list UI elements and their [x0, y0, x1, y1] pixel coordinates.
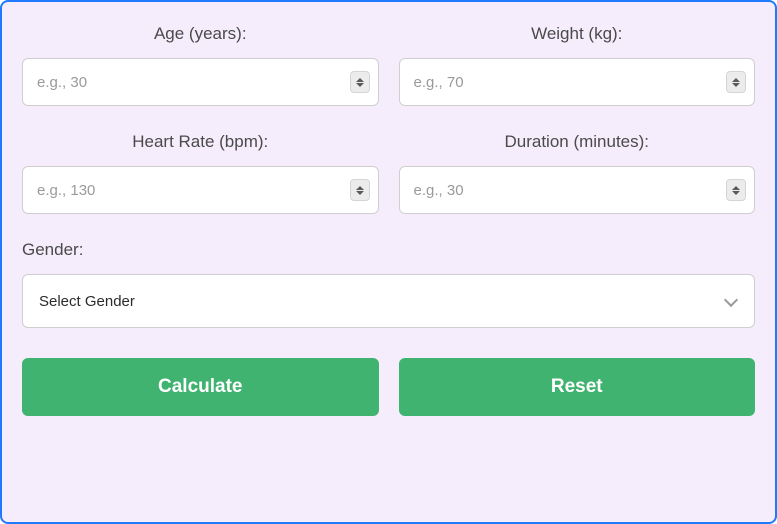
form-card: Age (years): Weight (kg): Heart Rate (bp… — [0, 0, 777, 524]
stepper-icon[interactable] — [726, 71, 746, 93]
duration-input-wrap[interactable] — [399, 166, 756, 214]
gender-select[interactable]: Select Gender — [22, 274, 755, 328]
calculate-button[interactable]: Calculate — [22, 358, 379, 416]
field-gender: Gender: Select Gender — [22, 240, 755, 328]
stepper-icon[interactable] — [350, 71, 370, 93]
duration-label: Duration (minutes): — [399, 132, 756, 152]
row-age-weight: Age (years): Weight (kg): — [22, 24, 755, 106]
weight-input-wrap[interactable] — [399, 58, 756, 106]
stepper-icon[interactable] — [350, 179, 370, 201]
age-label: Age (years): — [22, 24, 379, 44]
field-weight: Weight (kg): — [399, 24, 756, 106]
field-heart-rate: Heart Rate (bpm): — [22, 132, 379, 214]
reset-button[interactable]: Reset — [399, 358, 756, 416]
duration-input[interactable] — [414, 182, 711, 199]
field-duration: Duration (minutes): — [399, 132, 756, 214]
age-input[interactable] — [37, 74, 334, 91]
button-row: Calculate Reset — [22, 358, 755, 416]
hr-input[interactable] — [37, 182, 334, 199]
hr-input-wrap[interactable] — [22, 166, 379, 214]
chevron-down-icon — [724, 293, 738, 307]
gender-label: Gender: — [22, 240, 755, 260]
age-input-wrap[interactable] — [22, 58, 379, 106]
stepper-icon[interactable] — [726, 179, 746, 201]
weight-input[interactable] — [414, 74, 711, 91]
hr-label: Heart Rate (bpm): — [22, 132, 379, 152]
weight-label: Weight (kg): — [399, 24, 756, 44]
gender-selected-value: Select Gender — [39, 293, 135, 310]
field-age: Age (years): — [22, 24, 379, 106]
row-hr-duration: Heart Rate (bpm): Duration (minutes): — [22, 132, 755, 214]
